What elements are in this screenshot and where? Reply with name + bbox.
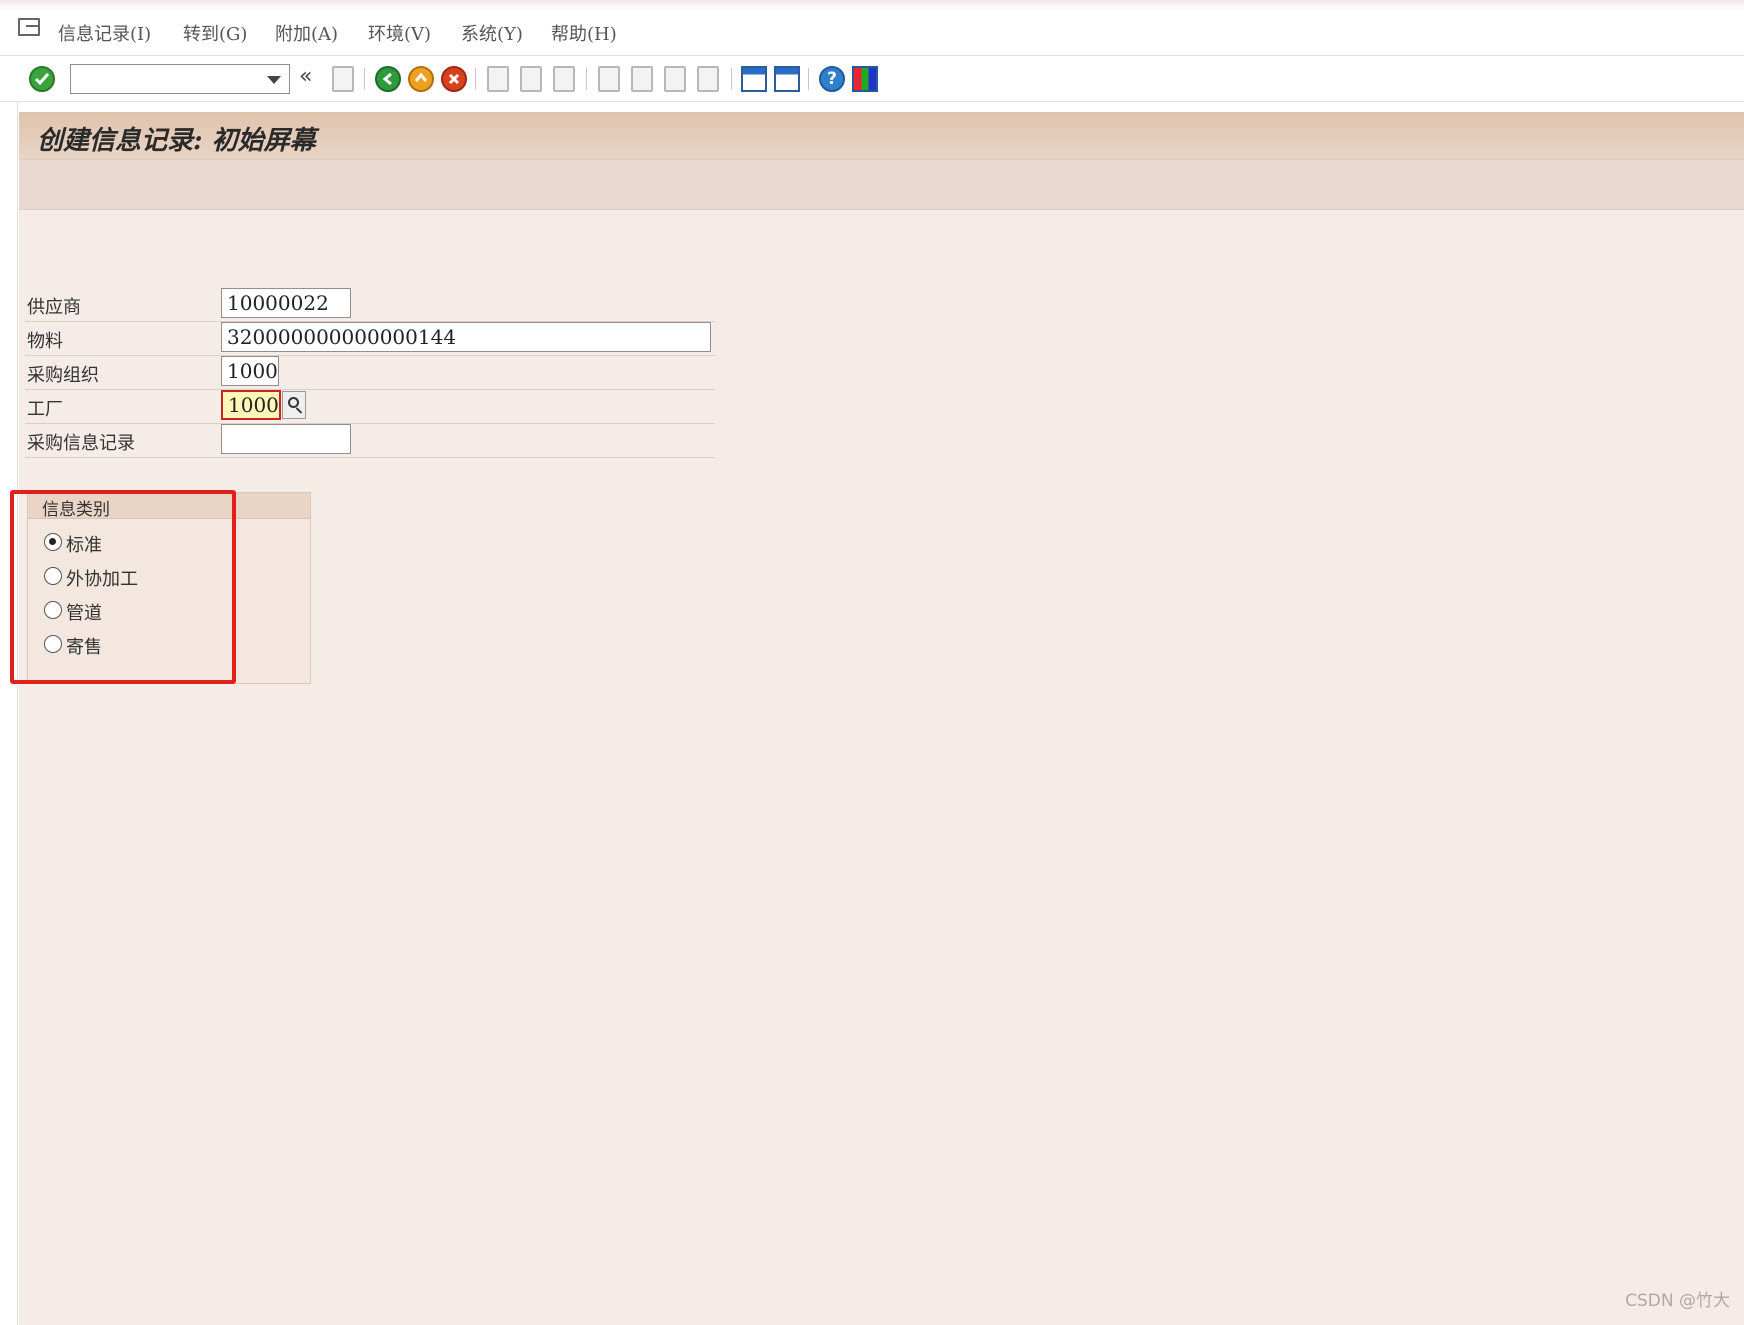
page-title: 创建信息记录: 初始屏幕: [37, 126, 316, 156]
title-bar: 创建信息记录: 初始屏幕: [19, 112, 1744, 160]
purch-org-field[interactable]: 1000: [221, 356, 279, 386]
previous-page-icon[interactable]: [631, 66, 653, 92]
search-help-button[interactable]: [282, 391, 306, 419]
plant-label: 工厂: [27, 399, 63, 420]
toolbar-separator: [586, 68, 587, 90]
plant-field[interactable]: 1000: [221, 390, 281, 420]
toolbar-separator: [475, 68, 476, 90]
menu-goto[interactable]: 转到(G): [183, 20, 247, 46]
search-icon: [288, 397, 299, 408]
last-page-icon[interactable]: [697, 66, 719, 92]
create-session-icon[interactable]: [741, 66, 767, 92]
standard-toolbar: « ?: [0, 56, 1744, 102]
back-icon[interactable]: [375, 66, 401, 92]
toolbar-separator: [364, 68, 365, 90]
material-label: 物料: [27, 331, 63, 352]
vendor-field[interactable]: 10000022: [221, 288, 351, 318]
next-page-icon[interactable]: [664, 66, 686, 92]
toolbar-separator: [808, 68, 809, 90]
menu-system[interactable]: 系统(Y): [461, 20, 523, 46]
chevron-down-icon[interactable]: [267, 76, 281, 84]
first-page-icon[interactable]: [598, 66, 620, 92]
find-icon[interactable]: [520, 66, 542, 92]
info-record-label: 采购信息记录: [27, 433, 135, 454]
info-record-row: 采购信息记录: [25, 424, 715, 458]
exit-icon[interactable]: [408, 66, 434, 92]
left-strip: [0, 102, 18, 1325]
watermark: CSDN @竹大: [1625, 1291, 1730, 1311]
main-content: 创建信息记录: 初始屏幕 供应商 10000022 物料 32000000000…: [19, 112, 1744, 1325]
menu-environment[interactable]: 环境(V): [368, 20, 431, 46]
menu-toggle-icon[interactable]: [18, 18, 40, 36]
toolbar-separator: [731, 68, 732, 90]
save-icon[interactable]: [332, 66, 354, 92]
customize-layout-icon[interactable]: [852, 66, 878, 92]
application-toolbar: [19, 160, 1744, 210]
shortcut-icon[interactable]: [774, 66, 800, 92]
vendor-row: 供应商 10000022: [25, 288, 715, 322]
menu-bar: 信息记录(I) 转到(G) 附加(A) 环境(V) 系统(Y) 帮助(H): [0, 0, 1744, 56]
material-row: 物料 320000000000000144: [25, 322, 715, 356]
help-icon[interactable]: ?: [819, 66, 845, 92]
cancel-icon[interactable]: [441, 66, 467, 92]
collapse-command-field-icon[interactable]: «: [299, 64, 312, 89]
menu-extras[interactable]: 附加(A): [275, 20, 338, 46]
vendor-label: 供应商: [27, 297, 81, 318]
purch-org-row: 采购组织 1000: [25, 356, 715, 390]
purch-org-label: 采购组织: [27, 365, 99, 386]
find-next-icon[interactable]: [553, 66, 575, 92]
material-field[interactable]: 320000000000000144: [221, 322, 711, 352]
annotation-highlight: [10, 490, 236, 684]
menu-help[interactable]: 帮助(H): [551, 20, 617, 46]
menu-info-record[interactable]: 信息记录(I): [58, 20, 151, 46]
enter-icon[interactable]: [29, 66, 55, 92]
info-record-field[interactable]: [221, 424, 351, 454]
command-field[interactable]: [70, 64, 290, 94]
print-icon[interactable]: [487, 66, 509, 92]
plant-row: 工厂 1000: [25, 390, 715, 424]
